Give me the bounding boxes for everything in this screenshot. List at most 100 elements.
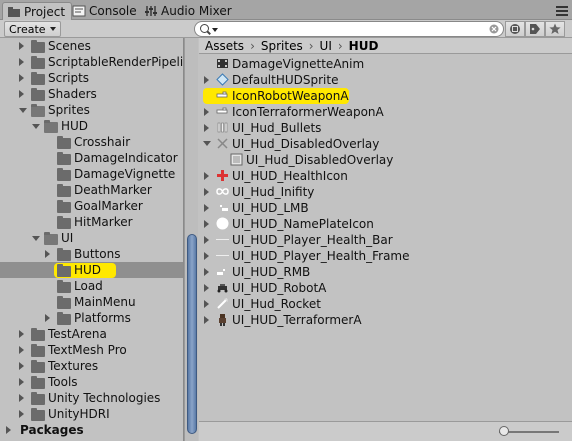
expand-arrow-right-icon[interactable] [204,188,209,196]
expand-arrow-right-icon[interactable] [19,410,24,418]
expand-arrow-right-icon[interactable] [19,42,24,50]
expand-arrow-right-icon[interactable] [204,252,209,260]
tree-item[interactable]: Scripts [0,70,183,86]
breadcrumb-ui[interactable]: UI [320,39,332,53]
expand-arrow-right-icon[interactable] [204,204,209,212]
tree-item[interactable]: DeathMarker [0,182,183,198]
tree-item[interactable]: DamageVignette [0,166,183,182]
tree-scrollbar-thumb[interactable] [187,234,197,434]
tree-item[interactable]: MainMenu [0,294,183,310]
expand-arrow-right-icon[interactable] [204,172,209,180]
asset-item[interactable]: DamageVignetteAnim [199,56,572,72]
expand-arrow-down-icon[interactable] [32,124,40,129]
expand-arrow-right-icon[interactable] [204,316,209,324]
expand-arrow-right-icon[interactable] [204,268,209,276]
asset-item[interactable]: UI_HUD_Player_Health_Frame [199,248,572,264]
breadcrumb-sprites[interactable]: Sprites [261,39,303,53]
asset-item[interactable]: UI_HUD_LMB [199,200,572,216]
expand-arrow-right-icon[interactable] [204,124,209,132]
tree-item[interactable]: TextMesh Pro [0,342,183,358]
tree-item[interactable]: DamageIndicator [0,150,183,166]
tree-item[interactable]: TestArena [0,326,183,342]
asset-item[interactable]: DefaultHUDSprite [199,72,572,88]
expand-arrow-right-icon[interactable] [204,236,209,244]
tree-item[interactable]: Buttons [0,246,183,262]
tree-item[interactable]: ScriptableRenderPipelin [0,54,183,70]
breadcrumb-hud[interactable]: HUD [349,39,379,53]
tree-item[interactable]: HitMarker [0,214,183,230]
folder-tree[interactable]: Scenes ScriptableRenderPipelin Scripts Shad… [0,38,184,441]
search-dropdown-icon[interactable] [212,28,218,32]
tree-item[interactable]: Scenes [0,38,183,54]
expand-arrow-right-icon[interactable] [204,300,209,308]
asset-label: DamageVignetteAnim [232,57,365,71]
expand-arrow-right-icon[interactable] [45,314,50,322]
tree-item[interactable]: Unity Technologies [0,390,183,406]
tree-item[interactable]: Load [0,278,183,294]
tree-item[interactable]: HUD [0,262,183,278]
tree-item-label: HitMarker [74,215,133,229]
expand-arrow-right-icon[interactable] [19,362,24,370]
expand-arrow-right-icon[interactable] [204,76,209,84]
asset-item[interactable]: UI_HUD_RMB [199,264,572,280]
tree-item[interactable]: Tools [0,374,183,390]
tree-item[interactable]: Sprites [0,102,183,118]
asset-item[interactable]: UI_Hud_DisabledOverlay [199,136,572,152]
tree-scrollbar[interactable] [184,38,198,441]
expand-arrow-down-icon[interactable] [203,141,211,150]
asset-item[interactable]: UI_HUD_Player_Health_Bar [199,232,572,248]
expand-arrow-right-icon[interactable] [19,394,24,402]
asset-label: UI_HUD_Player_Health_Frame [232,249,410,263]
expand-arrow-right-icon[interactable] [19,58,24,66]
expand-arrow-right-icon[interactable] [204,220,209,228]
expand-arrow-right-icon[interactable] [204,108,209,116]
tree-item[interactable]: Textures [0,358,183,374]
search-by-type-button[interactable] [505,21,525,37]
breadcrumb-assets[interactable]: Assets [205,39,244,53]
tree-item[interactable]: UnityHDRI [0,406,183,422]
asset-item[interactable]: UI_HUD_RobotA [199,280,572,296]
asset-label: UI_Hud_Bullets [232,121,322,135]
folder-icon [57,248,71,261]
panel-menu-icon[interactable] [556,4,568,16]
tab-console[interactable]: Console [68,2,143,20]
expand-arrow-right-icon[interactable] [45,250,50,258]
tree-item[interactable]: Shaders [0,86,183,102]
expand-arrow-down-icon[interactable] [19,108,27,113]
asset-item[interactable]: UI_HUD_HealthIcon [199,168,572,184]
asset-item[interactable]: UI_HUD_TerraformerA [199,312,572,328]
tab-label: Console [89,4,137,18]
asset-item[interactable]: UI_HUD_NamePlateIcon [199,216,572,232]
tree-item[interactable]: Packages [0,422,183,438]
asset-item[interactable]: UI_Hud_Bullets [199,120,572,136]
favorites-button[interactable] [545,21,565,37]
tab-project[interactable]: Project [2,2,73,21]
tree-item[interactable]: Crosshair [0,134,183,150]
expand-arrow-right-icon[interactable] [19,346,24,354]
tree-item[interactable]: GoalMarker [0,198,183,214]
asset-item[interactable]: UI_Hud_Rocket [199,296,572,312]
expand-arrow-right-icon[interactable] [19,330,24,338]
expand-arrow-right-icon[interactable] [204,284,209,292]
search-by-label-button[interactable] [525,21,545,37]
tree-item[interactable]: HUD [0,118,183,134]
label-tag-icon [530,24,540,34]
zoom-slider-knob[interactable] [499,426,509,436]
tree-item-label: TestArena [48,327,107,341]
asset-label: UI_HUD_TerraformerA [232,313,362,327]
expand-arrow-right-icon[interactable] [6,426,11,434]
asset-item[interactable]: UI_Hud_Inifity [199,184,572,200]
asset-item[interactable]: IconTerraformerWeaponA [199,104,572,120]
expand-arrow-down-icon[interactable] [32,236,40,241]
expand-arrow-right-icon[interactable] [19,90,24,98]
search-input[interactable] [194,21,504,37]
tree-item[interactable]: UI [0,230,183,246]
expand-arrow-right-icon[interactable] [19,378,24,386]
create-button[interactable]: Create [4,21,61,37]
tree-item[interactable]: Platforms [0,310,183,326]
asset-item[interactable]: UI_Hud_DisabledOverlay [199,152,572,168]
clear-search-icon[interactable] [489,24,499,34]
expand-arrow-right-icon[interactable] [19,74,24,82]
tab-audio-mixer[interactable]: Audio Mixer [140,2,238,20]
asset-item[interactable]: IconRobotWeaponA [199,88,572,104]
